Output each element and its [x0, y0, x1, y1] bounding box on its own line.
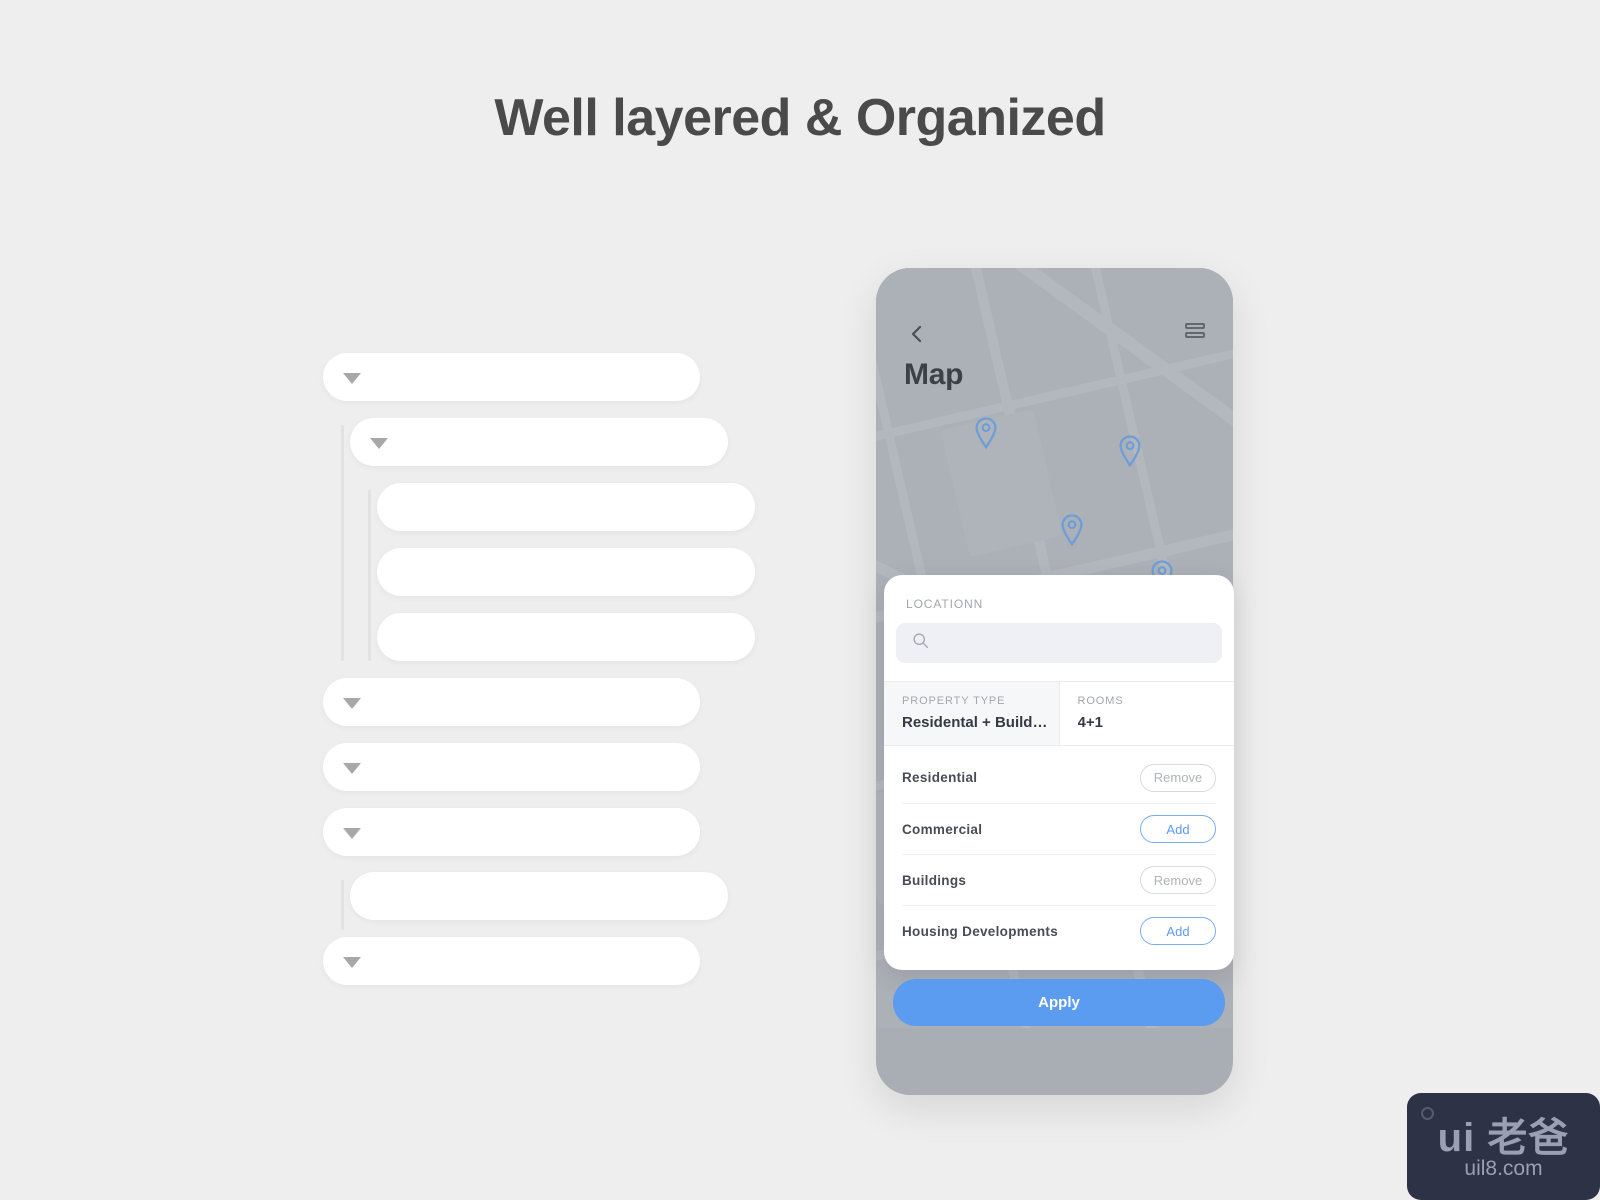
- layer-row[interactable]: [377, 483, 755, 531]
- search-input[interactable]: [939, 635, 1206, 651]
- tree-guide-line: [368, 490, 371, 661]
- option-name: Housing Developments: [902, 923, 1059, 939]
- remove-option-button[interactable]: Remove: [1140, 866, 1216, 894]
- layer-tree-panel: [0, 0, 800, 1200]
- add-option-button[interactable]: Add: [1140, 815, 1216, 843]
- search-icon: [912, 632, 929, 654]
- layer-row[interactable]: [323, 353, 700, 401]
- list-rows-icon[interactable]: [1185, 323, 1207, 345]
- location-label: LOCATIONN: [906, 597, 984, 611]
- watermark-url: uil8.com: [1464, 1157, 1543, 1180]
- chevron-down-icon[interactable]: [343, 373, 361, 384]
- remove-option-button[interactable]: Remove: [1140, 763, 1216, 792]
- tree-guide-line: [341, 880, 344, 930]
- add-option-button[interactable]: Add: [1140, 917, 1216, 945]
- layer-row[interactable]: [377, 548, 755, 596]
- property-type-option-list: Residential Remove Commercial Add Buildings R…: [884, 746, 1234, 970]
- layer-row[interactable]: [323, 743, 700, 791]
- segment-row: PROPERTY TYPE Residental + Build… ROOMS 4+1: [884, 681, 1234, 746]
- map-pin-icon[interactable]: [1117, 434, 1143, 468]
- chevron-down-icon[interactable]: [343, 763, 361, 774]
- watermark-title: ui 老爸: [1437, 1116, 1570, 1160]
- map-pin-icon[interactable]: [1059, 513, 1085, 547]
- filter-card: LOCATIONN PROPERTY TYPE Residental + Buil…: [884, 575, 1234, 970]
- apply-button[interactable]: Apply: [893, 979, 1225, 1026]
- layer-row[interactable]: [323, 937, 700, 985]
- layer-row[interactable]: [350, 872, 728, 920]
- map-title: Map: [904, 358, 964, 391]
- screenshot-root: Well layered & Organized Map LOCATIONN P…: [0, 0, 1600, 1200]
- option-row: Residential Remove: [902, 752, 1216, 803]
- layer-row[interactable]: [377, 613, 755, 661]
- watermark-badge: ui 老爸 uil8.com: [1407, 1093, 1600, 1200]
- chevron-down-icon[interactable]: [343, 828, 361, 839]
- layer-row[interactable]: [350, 418, 728, 466]
- chevron-left-icon[interactable]: [906, 322, 928, 346]
- option-row: Commercial Add: [902, 803, 1216, 854]
- option-name: Residential: [902, 770, 978, 785]
- segment-property-type[interactable]: PROPERTY TYPE Residental + Build…: [884, 682, 1059, 745]
- map-pin-icon[interactable]: [973, 416, 999, 450]
- option-name: Buildings: [902, 872, 967, 888]
- segment-label: ROOMS: [1077, 695, 1124, 707]
- option-name: Commercial: [902, 821, 983, 837]
- chevron-down-icon[interactable]: [343, 957, 361, 968]
- segment-label: PROPERTY TYPE: [902, 695, 1006, 707]
- segment-value: Residental + Build…: [902, 714, 1048, 731]
- option-row: Housing Developments Add: [902, 905, 1216, 956]
- layer-row[interactable]: [323, 678, 700, 726]
- segment-value: 4+1: [1077, 714, 1103, 731]
- search-field[interactable]: [896, 623, 1222, 663]
- chevron-down-icon[interactable]: [370, 438, 388, 449]
- chevron-down-icon[interactable]: [343, 698, 361, 709]
- segment-rooms[interactable]: ROOMS 4+1: [1058, 682, 1235, 745]
- option-row: Buildings Remove: [902, 854, 1216, 905]
- layer-row[interactable]: [323, 808, 700, 856]
- tree-guide-line: [341, 425, 344, 661]
